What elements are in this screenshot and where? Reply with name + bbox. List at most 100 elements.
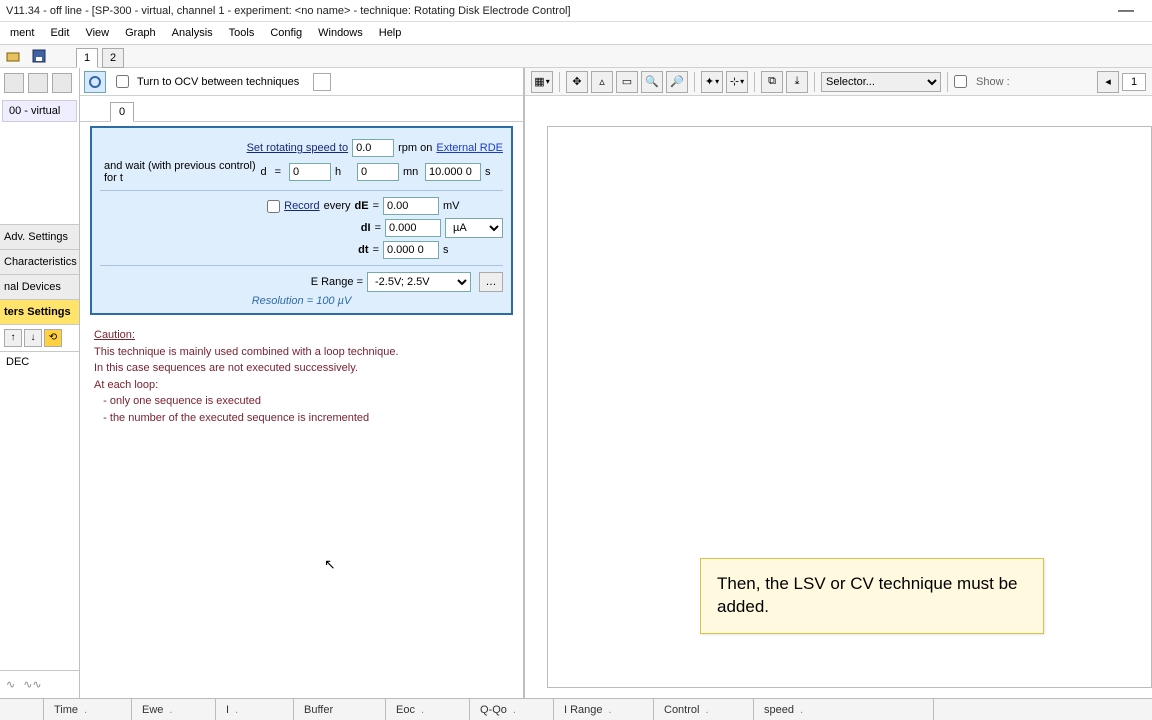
status-eoc: Eoc: [396, 704, 415, 716]
tab-parameters-settings[interactable]: ters Settings: [0, 299, 79, 324]
di-unit-select[interactable]: µA: [445, 218, 503, 238]
di-eq: =: [375, 222, 381, 234]
left-sidebar: 00 - virtual Adv. Settings Characteristi…: [0, 68, 80, 698]
save-icon[interactable]: [28, 46, 50, 66]
copy-icon[interactable]: ⧉: [761, 71, 783, 93]
external-rde-link[interactable]: External RDE: [436, 142, 503, 154]
resolution-text: Resolution = 100 µV: [100, 295, 503, 307]
wait-s-input[interactable]: [425, 163, 481, 181]
wave-single-icon[interactable]: ∿: [6, 678, 15, 691]
menu-config[interactable]: Config: [262, 25, 310, 41]
wait-mn-input[interactable]: [357, 163, 399, 181]
di-symbol: dI: [361, 222, 371, 234]
record-checkbox[interactable]: [267, 200, 280, 213]
graph-toolbar: ▦ ✥ ▵ ▭ 🔍 🔎 ✦ ⊹ ⧉ ⤓ Selector... Show : ◂: [525, 68, 1152, 96]
speed-input[interactable]: [352, 139, 394, 157]
status-time: Time: [54, 704, 78, 716]
tool-rotating-icon[interactable]: [84, 71, 106, 93]
title-bar: V11.34 - off line - [SP-300 - virtual, c…: [0, 0, 1152, 22]
status-qqo: Q-Qo: [480, 704, 507, 716]
status-buffer: Buffer: [304, 704, 333, 716]
export-icon[interactable]: ⤓: [786, 71, 808, 93]
window-title: V11.34 - off line - [SP-300 - virtual, c…: [6, 5, 1106, 17]
sequence-tab-0[interactable]: 0: [110, 102, 134, 122]
channel-toolbar: 1 2: [0, 44, 1152, 68]
erange-select[interactable]: -2.5V; 2.5V: [367, 272, 471, 292]
sidebar-tool-3[interactable]: [52, 73, 72, 93]
show-label: Show :: [976, 76, 1010, 88]
wait-eq: =: [275, 166, 281, 178]
rect-select-icon[interactable]: ▭: [616, 71, 638, 93]
de-input[interactable]: [383, 197, 439, 215]
menu-windows[interactable]: Windows: [310, 25, 371, 41]
dt-eq: =: [373, 244, 379, 256]
axis-button[interactable]: ⊹: [726, 71, 748, 93]
technique-item[interactable]: DEC: [0, 351, 79, 372]
open-icon[interactable]: [2, 46, 24, 66]
channel-tab-1[interactable]: 1: [76, 48, 98, 68]
pan-icon[interactable]: ✥: [566, 71, 588, 93]
graph-layout-button[interactable]: ▦: [531, 71, 553, 93]
unit-mn: mn: [403, 166, 421, 178]
menu-help[interactable]: Help: [371, 25, 410, 41]
status-i: I: [226, 704, 229, 716]
unit-s: s: [485, 166, 503, 178]
menu-view[interactable]: View: [77, 25, 117, 41]
seq-up-button[interactable]: ↑: [4, 329, 22, 347]
tab-adv-settings[interactable]: Adv. Settings: [0, 224, 79, 249]
selector-dropdown[interactable]: Selector...: [821, 72, 941, 92]
de-symbol: dE: [355, 200, 369, 212]
unit-h: h: [335, 166, 353, 178]
caution-line-1: This technique is mainly used combined w…: [94, 344, 509, 361]
caution-block: Caution: This technique is mainly used c…: [94, 327, 509, 426]
menu-edit[interactable]: Edit: [42, 25, 77, 41]
parameters-panel: Set rotating speed to rpm on External RD…: [90, 126, 513, 315]
unit-s2: s: [443, 244, 503, 256]
ocv-checkbox[interactable]: [116, 75, 129, 88]
menu-bar: ment Edit View Graph Analysis Tools Conf…: [0, 22, 1152, 44]
status-control: Control: [664, 704, 699, 716]
channel-tab-2[interactable]: 2: [102, 48, 124, 68]
wait-label: and wait (with previous control) for t: [104, 160, 256, 184]
tab-external-devices[interactable]: nal Devices: [0, 274, 79, 299]
erange-label: E Range =: [311, 276, 363, 288]
status-irange: I Range: [564, 704, 603, 716]
ocv-waveform-icon[interactable]: [313, 73, 331, 91]
caution-line-3: At each loop:: [94, 377, 509, 394]
de-eq: =: [373, 200, 379, 212]
seq-down-button[interactable]: ↓: [24, 329, 42, 347]
device-label[interactable]: 00 - virtual: [2, 100, 77, 122]
di-input[interactable]: [385, 219, 441, 237]
minimize-button[interactable]: —: [1106, 2, 1146, 20]
set-speed-label[interactable]: Set rotating speed to: [247, 142, 349, 154]
tab-characteristics[interactable]: Characteristics: [0, 249, 79, 274]
marker-icon[interactable]: ▵: [591, 71, 613, 93]
menu-analysis[interactable]: Analysis: [164, 25, 221, 41]
params-toolbar: Turn to OCV between techniques: [80, 68, 523, 96]
wait-h-input[interactable]: [289, 163, 331, 181]
caution-heading: Caution:: [94, 327, 509, 344]
record-label[interactable]: Record: [284, 200, 319, 212]
page-prev-icon[interactable]: ◂: [1097, 71, 1119, 93]
show-checkbox[interactable]: [954, 75, 967, 88]
zoom-out-icon[interactable]: 🔎: [666, 71, 688, 93]
menu-tools[interactable]: Tools: [221, 25, 263, 41]
tutorial-callout: Then, the LSV or CV technique must be ad…: [700, 558, 1044, 634]
zoom-in-icon[interactable]: 🔍: [641, 71, 663, 93]
sidebar-tool-2[interactable]: [28, 73, 48, 93]
style-button[interactable]: ✦: [701, 71, 723, 93]
sidebar-tool-1[interactable]: [4, 73, 24, 93]
every-label: every: [324, 200, 351, 212]
seq-link-button[interactable]: ⟲: [44, 329, 62, 347]
parameters-column: Turn to OCV between techniques 0 Set rot…: [80, 68, 525, 698]
wave-multi-icon[interactable]: ∿∿: [23, 678, 41, 691]
erange-more-button[interactable]: …: [479, 272, 503, 292]
unit-mv: mV: [443, 200, 503, 212]
dt-input[interactable]: [383, 241, 439, 259]
page-input[interactable]: [1122, 73, 1146, 91]
menu-experiment[interactable]: ment: [2, 25, 42, 41]
rpm-on-label: rpm on: [398, 142, 432, 154]
caution-line-2: In this case sequences are not executed …: [94, 360, 509, 377]
menu-graph[interactable]: Graph: [117, 25, 164, 41]
ocv-label: Turn to OCV between techniques: [137, 76, 299, 88]
